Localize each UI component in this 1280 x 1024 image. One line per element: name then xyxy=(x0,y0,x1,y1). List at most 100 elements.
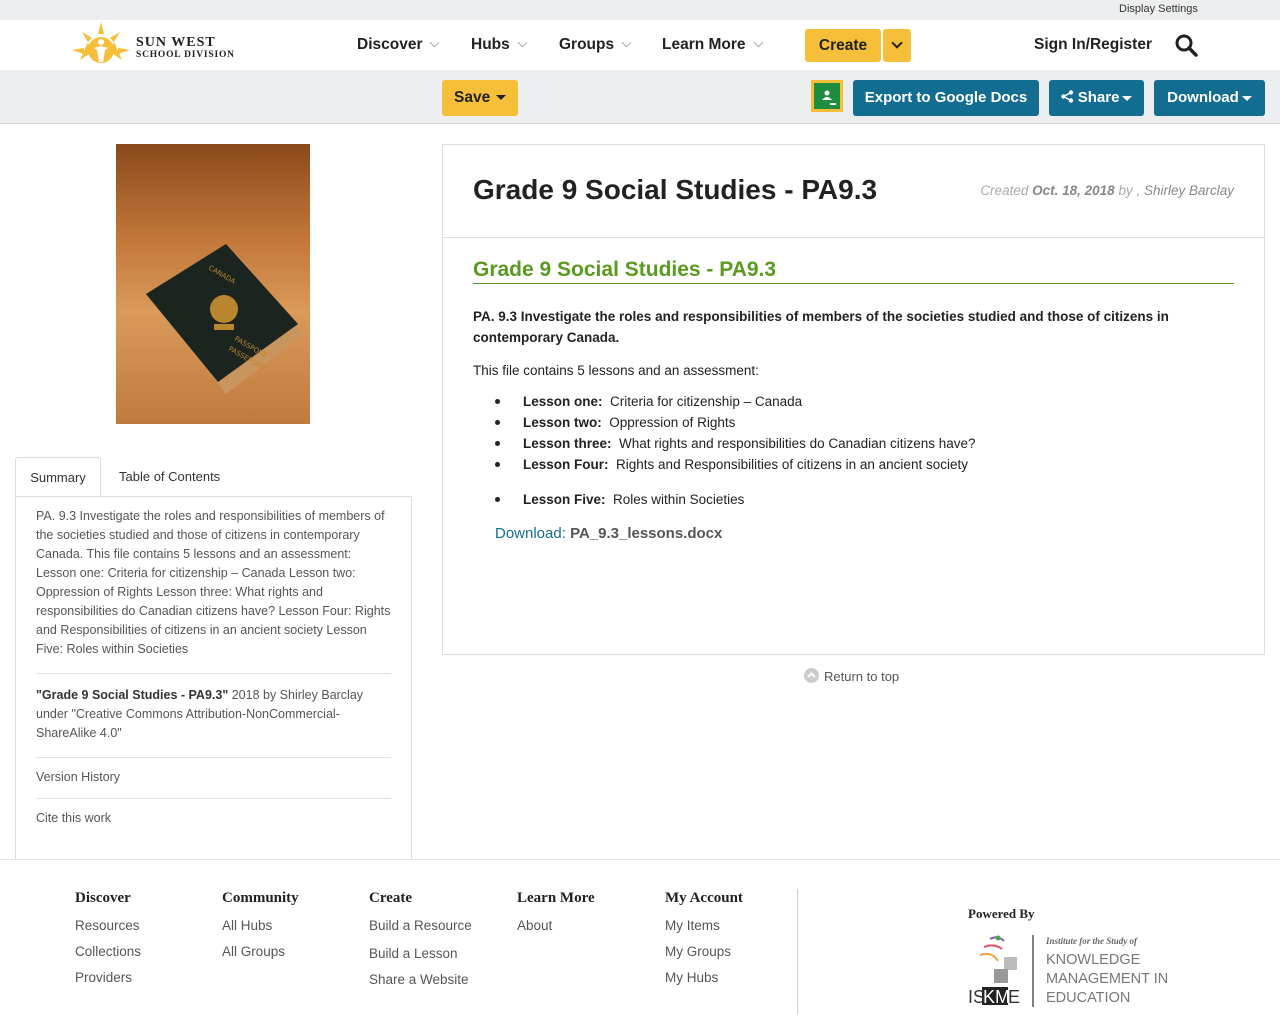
footer-link-all-hubs[interactable]: All Hubs xyxy=(222,918,299,933)
list-item: Lesson three: What rights and responsibi… xyxy=(495,433,1234,454)
by-label: by , xyxy=(1118,183,1141,198)
lesson-text: What rights and responsibilities do Cana… xyxy=(619,436,976,451)
sun-logo-icon xyxy=(72,22,130,63)
signin-link[interactable]: Sign In/Register xyxy=(1034,36,1152,54)
download-file-link[interactable]: Download: PA_9.3_lessons.docx xyxy=(495,525,1234,542)
return-to-top-link[interactable]: Return to top xyxy=(804,668,899,684)
display-settings-link[interactable]: Display Settings xyxy=(1119,3,1198,15)
footer-col-my-account: My Account My Items My Groups My Hubs xyxy=(665,890,743,996)
tab-table-of-contents[interactable]: Table of Contents xyxy=(119,457,220,497)
footer-link-my-groups[interactable]: My Groups xyxy=(665,944,743,959)
footer-link-build-lesson[interactable]: Build a Lesson xyxy=(369,946,472,961)
resource-card: Grade 9 Social Studies - PA9.3 Created O… xyxy=(442,144,1265,655)
footer-col-learn-more: Learn More About xyxy=(517,890,595,944)
iskme-emblem-icon: IS KM E Institute for the Study of KNOWL… xyxy=(968,935,1168,1007)
footer-col-community: Community All Hubs All Groups xyxy=(222,890,299,970)
chevron-down-icon xyxy=(891,37,903,49)
save-label: Save xyxy=(454,89,491,106)
brand-logo[interactable]: SUN WEST SCHOOL DIVISION xyxy=(70,20,240,68)
divider xyxy=(36,798,391,799)
footer-heading: Community xyxy=(222,890,299,906)
list-item: Lesson Five: Roles within Societies xyxy=(495,489,1234,510)
chevron-down-icon xyxy=(517,37,528,48)
nav-label: Groups xyxy=(559,36,615,53)
footer-link-my-items[interactable]: My Items xyxy=(665,918,743,933)
resource-meta: Created Oct. 18, 2018 by , Shirley Barcl… xyxy=(980,183,1234,198)
resource-thumbnail: CANADA PASSPORT PASSEPORT xyxy=(116,144,310,424)
share-button[interactable]: Share xyxy=(1049,80,1144,116)
nav-groups[interactable]: Groups xyxy=(559,36,632,54)
lesson-text: Rights and Responsibilities of citizens … xyxy=(616,457,968,472)
footer-link-resources[interactable]: Resources xyxy=(75,918,141,933)
download-filename: PA_9.3_lessons.docx xyxy=(570,525,723,542)
lesson-text: Oppression of Rights xyxy=(609,415,736,430)
google-classroom-icon[interactable] xyxy=(811,80,843,112)
caret-down-icon xyxy=(496,95,507,101)
nav-learn-more[interactable]: Learn More xyxy=(662,36,764,54)
footer-link-providers[interactable]: Providers xyxy=(75,970,141,985)
footer-link-my-hubs[interactable]: My Hubs xyxy=(665,970,743,985)
site-footer: Discover Resources Collections Providers… xyxy=(0,859,1280,1024)
create-dropdown-button[interactable] xyxy=(883,29,911,62)
nav-label: Discover xyxy=(357,36,423,53)
summary-panel: PA. 9.3 Investigate the roles and respon… xyxy=(15,496,412,860)
license-text: "Grade 9 Social Studies - PA9.3" 2018 by… xyxy=(36,686,391,743)
author-link[interactable]: Shirley Barclay xyxy=(1144,183,1234,198)
summary-text: PA. 9.3 Investigate the roles and respon… xyxy=(36,509,391,656)
resource-toolbar: Save Export to Google Docs Share Downloa… xyxy=(0,70,1280,124)
license-title: "Grade 9 Social Studies - PA9.3" xyxy=(36,688,229,702)
lesson-label: Lesson three: xyxy=(523,436,612,451)
list-item: Lesson one: Criteria for citizenship – C… xyxy=(495,391,1234,412)
lesson-text: Roles within Societies xyxy=(613,492,745,507)
download-prefix: Download: xyxy=(495,525,566,542)
created-label: Created xyxy=(980,183,1029,198)
nav-label: Hubs xyxy=(471,36,510,53)
list-item: Lesson Four: Rights and Responsibilities… xyxy=(495,454,1234,475)
iskme-logo[interactable]: IS KM E Institute for the Study of KNOWL… xyxy=(968,933,1178,1013)
utility-bar: Display Settings xyxy=(0,0,1280,20)
create-button[interactable]: Create xyxy=(805,29,881,62)
nav-hubs[interactable]: Hubs xyxy=(471,36,528,54)
footer-link-about[interactable]: About xyxy=(517,918,595,933)
return-to-top-label: Return to top xyxy=(824,669,900,684)
brand-line1: SUN WEST xyxy=(136,35,216,50)
sidebar-tabs: Summary Table of Contents xyxy=(15,457,412,497)
footer-link-share-website[interactable]: Share a Website xyxy=(369,972,472,987)
iskme-line1: KNOWLEDGE xyxy=(1046,952,1141,968)
main-nav: SUN WEST SCHOOL DIVISION Discover Hubs G… xyxy=(0,20,1280,70)
iskme-line2: MANAGEMENT IN xyxy=(1046,971,1168,987)
footer-link-build-resource[interactable]: Build a Resource xyxy=(369,918,472,933)
footer-link-all-groups[interactable]: All Groups xyxy=(222,944,299,959)
objective-text: PA. 9.3 Investigate the roles and respon… xyxy=(473,309,1169,345)
footer-link-collections[interactable]: Collections xyxy=(75,944,141,959)
tab-summary[interactable]: Summary xyxy=(15,457,101,497)
chevron-down-icon xyxy=(430,37,440,48)
classroom-board xyxy=(814,83,840,109)
footer-col-discover: Discover Resources Collections Providers xyxy=(75,890,141,996)
export-google-docs-button[interactable]: Export to Google Docs xyxy=(853,80,1039,116)
version-history-link[interactable]: Version History xyxy=(36,770,391,784)
footer-divider xyxy=(797,889,798,1014)
cite-link[interactable]: Cite this work xyxy=(36,811,391,825)
caret-down-icon xyxy=(1122,95,1133,101)
arrow-up-circle-icon xyxy=(804,668,819,683)
nav-label: Learn More xyxy=(662,36,746,53)
nav-discover[interactable]: Discover xyxy=(357,36,440,54)
search-icon[interactable] xyxy=(1174,33,1198,62)
footer-heading: My Account xyxy=(665,890,743,906)
lesson-text: Criteria for citizenship – Canada xyxy=(610,394,803,409)
caret-down-icon xyxy=(1241,95,1252,101)
save-button[interactable]: Save xyxy=(442,80,518,116)
iskme-tagline: Institute for the Study of xyxy=(1045,936,1138,946)
lesson-label: Lesson one: xyxy=(523,394,603,409)
iskme-abbr-e: E xyxy=(1008,987,1020,1007)
lesson-label: Lesson Four: xyxy=(523,457,609,472)
section-title: Grade 9 Social Studies - PA9.3 xyxy=(473,258,1234,284)
share-icon xyxy=(1060,89,1078,106)
list-item: Lesson two: Oppression of Rights xyxy=(495,412,1234,433)
divider xyxy=(36,757,391,758)
brand-line2: SCHOOL DIVISION xyxy=(136,50,235,60)
resource-body: Grade 9 Social Studies - PA9.3 PA. 9.3 I… xyxy=(443,238,1264,542)
download-button[interactable]: Download xyxy=(1154,80,1265,116)
resource-header: Grade 9 Social Studies - PA9.3 Created O… xyxy=(443,145,1264,238)
